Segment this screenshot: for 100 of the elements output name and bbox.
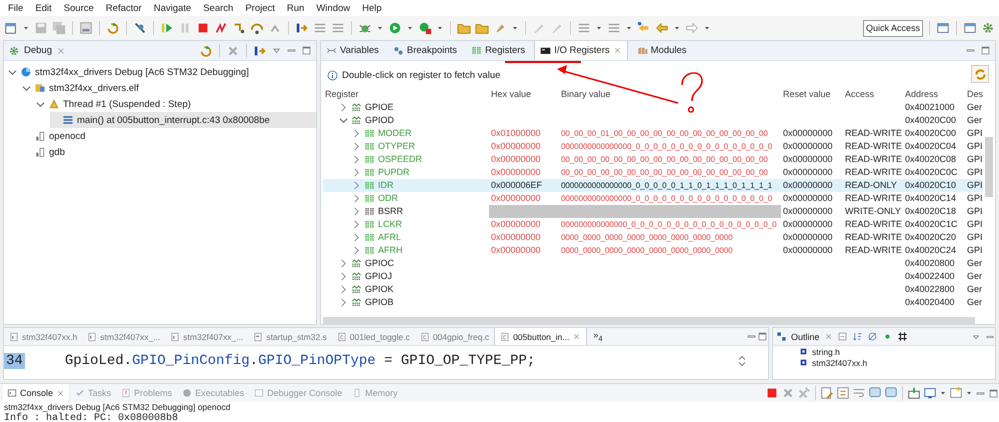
display-icon[interactable]	[923, 386, 937, 400]
vertical-scrollbar[interactable]	[985, 137, 993, 197]
sort-icon[interactable]	[852, 331, 863, 342]
tree-row[interactable]: main() at 005button_interrupt.c:43 0x80008be	[50, 112, 316, 128]
register-name[interactable]: LCKR	[378, 218, 402, 231]
table-row[interactable]: GPIOK 0x40022800 Ger	[322, 283, 983, 296]
register-name[interactable]: GPIOE	[364, 101, 394, 114]
menu-item[interactable]: Source	[58, 2, 100, 14]
panel-title[interactable]: Outline	[791, 332, 820, 342]
save-all-icon[interactable]	[52, 21, 66, 35]
editor-tab[interactable]: 004gpio_freq.c	[414, 328, 494, 345]
view-tab[interactable]: Registers	[466, 41, 530, 60]
register-name[interactable]: BSRR	[378, 205, 403, 218]
remove-all-icon[interactable]	[797, 386, 811, 400]
table-row[interactable]: GPIOC 0x40020800 Ger	[322, 257, 983, 270]
tree-row[interactable]: openocd	[22, 128, 316, 144]
clear-console-icon[interactable]	[820, 386, 834, 400]
register-name[interactable]: ODR	[378, 192, 398, 205]
table-row[interactable]: GPIOE 0x40021000 Ger	[322, 101, 983, 114]
menu-item[interactable]: Search	[197, 2, 240, 14]
instruction-stepping-icon[interactable]	[295, 21, 309, 35]
resume-icon[interactable]	[160, 21, 174, 35]
table-row[interactable]: BSRR 0x00000000 WRITE-ONLY 0x40020C18 GPI	[322, 205, 983, 218]
menu-item[interactable]: File	[2, 2, 30, 14]
outline-item[interactable]: string.h	[812, 346, 840, 356]
column-header[interactable]: Binary value	[558, 87, 781, 101]
step-over-icon[interactable]	[250, 21, 264, 35]
scroll-arrows-icon[interactable]	[736, 355, 748, 367]
dropdown-caret-icon[interactable]	[436, 24, 444, 32]
register-name[interactable]: GPIOK	[364, 283, 394, 296]
table-row[interactable]: OTYPER 0x00000000 0000000000000000_0_0_0_0_0_0_0_0_0_0_0_0_0_0_0_0 0x00000000 READ-WRITE 0x40020C04 GPI	[322, 140, 983, 153]
run-icon[interactable]	[388, 21, 402, 35]
close-icon[interactable]	[56, 46, 66, 56]
view-tab[interactable]: Console	[3, 384, 70, 402]
instruction-stepping-icon[interactable]	[252, 44, 267, 58]
skip-breakpoints-icon[interactable]	[133, 21, 147, 35]
new-console-icon[interactable]	[949, 386, 963, 400]
tree-row[interactable]: stm32f4xx_drivers.elf	[22, 80, 316, 96]
register-name[interactable]: OTYPER	[378, 140, 415, 153]
column-header[interactable]: Hex value	[488, 87, 559, 101]
tab-overflow[interactable]: »$_{4}$	[587, 330, 609, 343]
menu-item[interactable]: Help	[356, 2, 388, 14]
register-name[interactable]: MODER	[378, 127, 412, 140]
external-tool-icon[interactable]	[418, 21, 432, 35]
show-error-icon[interactable]	[884, 386, 898, 400]
register-name[interactable]: GPIOJ	[364, 270, 392, 283]
tree-row[interactable]: stm32f4xx_drivers Debug [Ac6 STM32 Debugging]	[8, 64, 316, 80]
lines-icon[interactable]	[331, 21, 345, 35]
menu-item[interactable]: Navigate	[148, 2, 198, 14]
dropdown-caret-icon[interactable]	[939, 389, 947, 397]
collapse-icon[interactable]	[836, 331, 848, 342]
back-arrow-icon[interactable]	[655, 21, 669, 35]
dropdown-caret-icon[interactable]	[511, 24, 519, 32]
table-row[interactable]: LCKR 0x00000000 000000000000000_0_0_0_0_0_0_0_0_0_0_0_0_0_0_0_0_0 0x00000000 READ-WRITE 0x40020C1C GPI	[322, 218, 983, 231]
restart-icon[interactable]	[106, 21, 120, 35]
new-file-icon[interactable]	[4, 21, 18, 35]
tree-row[interactable]: Thread #1 (Suspended : Step)	[36, 96, 316, 112]
menu-item[interactable]: Project	[239, 2, 281, 14]
dropdown-caret-icon[interactable]	[406, 24, 414, 32]
build-icon[interactable]	[79, 21, 93, 35]
view-tab[interactable]: Breakpoints	[388, 41, 462, 60]
dropdown-caret-icon[interactable]	[703, 24, 711, 32]
close-icon[interactable]	[612, 46, 622, 55]
close-icon[interactable]	[572, 332, 582, 341]
remove-icon[interactable]	[781, 386, 795, 400]
editor-tab[interactable]: stm32f407xx_...	[165, 328, 248, 345]
column-header[interactable]: Register	[322, 87, 489, 101]
show-output-icon[interactable]	[868, 386, 882, 400]
table-row[interactable]: PUPDR 0x00000000 00_00_00_00_00_00_00_00_00_00_00_00_00_00_00_00 0x00000000 READ-WRITE 0x40020C0C GPI	[322, 166, 983, 179]
folder-icon[interactable]	[457, 21, 471, 35]
tree-row[interactable]: gdb	[22, 144, 316, 160]
column-header[interactable]: Reset value	[780, 87, 843, 101]
pin-console-icon[interactable]	[907, 386, 921, 400]
table-row[interactable]: AFRH 0x00000000 0000_0000_0000_0000_0000_0000_0000_0000 0x00000000 READ-WRITE 0x40020C24 GPI	[322, 244, 983, 257]
folder-icon[interactable]	[475, 21, 489, 35]
terminate-icon[interactable]	[196, 21, 210, 35]
table-row[interactable]: AFRL 0x00000000 0000_0000_0000_0000_0000_0000_0000_0000 0x00000000 READ-WRITE 0x40020C20 GPI	[322, 231, 983, 244]
table-row[interactable]: GPIOJ 0x40022400 Ger	[322, 270, 983, 283]
table-row[interactable]: MODER 0x01000000 00_00_00_01_00_00_00_00_00_00_00_00_00_00_00_00 0x00000000 READ-WRITE 0x40020C00 GPI	[322, 127, 983, 140]
menu-item[interactable]: Edit	[29, 2, 58, 14]
column-header[interactable]: Address	[902, 87, 965, 101]
disconnect-icon[interactable]	[214, 21, 228, 35]
terminate-icon[interactable]	[765, 386, 779, 400]
editor-tab[interactable]: startup_stm32.s	[248, 328, 332, 345]
quick-access-field[interactable]: Quick Access	[863, 20, 923, 36]
maximize-icon[interactable]	[980, 45, 991, 56]
chevron-icon[interactable]	[22, 84, 31, 92]
open-perspective-icon[interactable]	[936, 21, 950, 35]
horizontal-scrollbar[interactable]	[322, 317, 975, 324]
maximize-icon[interactable]	[757, 331, 768, 342]
table-row[interactable]: OSPEEDR 0x00000000 00_00_00_00_00_00_00_00_00_00_00_00_00_00_00_00 0x00000000 READ-WRITE 0x40020C08 GPI	[322, 153, 983, 166]
column-header[interactable]: Access	[842, 87, 903, 101]
word-wrap-icon[interactable]	[852, 386, 866, 400]
table-row[interactable]: GPIOB 0x40020400 Ger	[322, 296, 983, 309]
step-into-icon[interactable]	[232, 21, 246, 35]
table-row[interactable]: ODR 0x00000000 0000000000000000_0_0_0_0_0_0_0_0_0_0_0_0_0_0_0_0 0x00000000 READ-WRITE 0x40020C14 GPI	[322, 192, 983, 205]
menu-item[interactable]: Refactor	[100, 2, 148, 14]
menu-item[interactable]: Window	[310, 2, 356, 14]
restart-icon[interactable]	[198, 44, 213, 58]
remove-icon[interactable]	[226, 44, 240, 58]
